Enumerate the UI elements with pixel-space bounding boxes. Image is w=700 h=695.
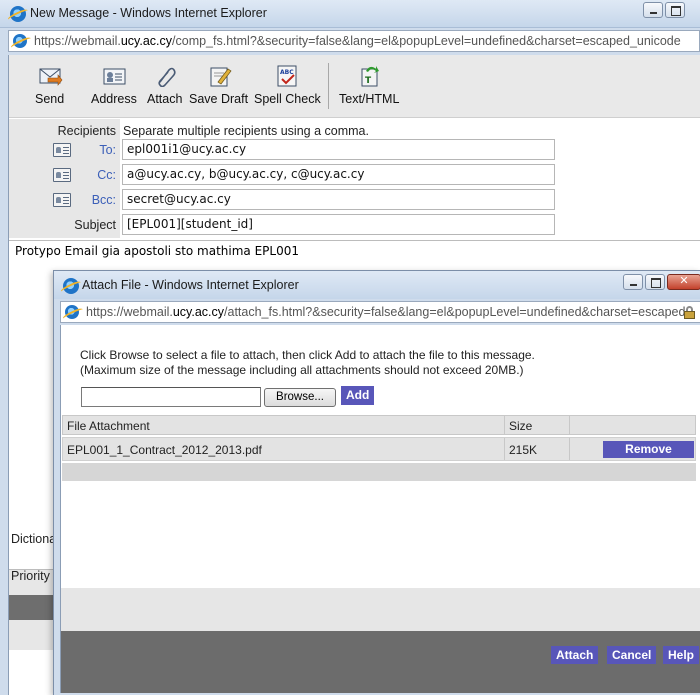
save-draft-label: Save Draft [189,92,249,106]
to-field[interactable]: epl001i1@ucy.ac.cy [122,139,555,160]
popup-window-controls [623,274,700,290]
internet-explorer-icon [10,6,26,22]
subject-field[interactable]: [EPL001][student_id] [122,214,555,235]
cc-label[interactable]: Cc: [97,168,116,182]
attachment-filename: EPL001_1_Contract_2012_2013.pdf [67,443,262,457]
page-icon [65,305,79,319]
main-address-bar[interactable]: https://webmail.ucy.ac.cy/comp_fs.html?&… [8,30,700,52]
table-row: EPL001_1_Contract_2012_2013.pdf 215K Rem… [62,437,696,461]
subject-row: Subject [EPL001][student_id] [9,213,700,238]
attach-file-page: Click Browse to select a file to attach,… [60,325,700,693]
message-body-text: Protypo Email gia apostoli sto mathima E… [15,244,300,258]
main-window-controls [643,2,685,18]
internet-explorer-icon [63,278,79,294]
save-draft-button[interactable]: Save Draft [189,65,248,106]
compose-toolbar: Send Address Attach Save Draft ABC Spell… [9,55,700,118]
address-book-icon [101,65,127,87]
cc-label-cell[interactable]: Cc: [9,163,120,188]
text-html-icon: T [356,65,382,87]
spell-check-button[interactable]: ABC Spell Check [254,65,321,106]
attach-button[interactable]: Attach [147,65,182,106]
svg-text:T: T [365,76,372,86]
bcc-address-book-icon[interactable] [53,193,71,207]
attachment-size: 215K [509,443,538,457]
svg-text:ABC: ABC [280,69,294,76]
text-html-button[interactable]: T Text/HTML [339,65,399,106]
attach-file-window: Attach File - Windows Internet Explorer … [53,270,700,695]
table-empty-row [62,463,696,481]
page-icon [13,34,27,48]
main-window-title: New Message - Windows Internet Explorer [30,6,267,20]
maximize-button[interactable] [665,2,685,18]
to-label[interactable]: To: [99,143,116,157]
cancel-button[interactable]: Cancel [607,646,657,664]
subject-label: Subject [9,213,120,238]
main-window-titlebar: New Message - Windows Internet Explorer [0,0,700,28]
popup-minimize-button[interactable] [623,274,643,290]
help-button[interactable]: Help [663,646,700,664]
address-label: Address [91,92,137,106]
to-row: To: epl001i1@ucy.ac.cy [9,138,700,163]
priority-label: Priority [11,569,50,583]
lock-icon[interactable] [682,305,696,319]
dictionary-label: Dictiona [11,532,57,546]
recipients-hint: Separate multiple recipients using a com… [123,124,369,138]
bcc-field[interactable]: secret@ucy.ac.cy [122,189,555,210]
text-html-label: Text/HTML [339,92,400,106]
cc-field[interactable]: a@ucy.ac.cy, b@ucy.ac.cy, c@ucy.ac.cy [122,164,555,185]
bcc-label-cell[interactable]: Bcc: [9,188,120,213]
popup-close-button[interactable] [667,274,700,290]
file-path-input[interactable] [81,387,261,407]
toolbar-separator [328,63,329,109]
popup-spacer-band [61,588,700,631]
instruction-line-1: Click Browse to select a file to attach,… [80,348,535,362]
to-address-book-icon[interactable] [53,143,71,157]
cc-row: Cc: a@ucy.ac.cy, b@ucy.ac.cy, c@ucy.ac.c… [9,163,700,188]
send-button[interactable]: Send [35,65,64,106]
attach-button[interactable]: Attach [551,646,599,664]
cc-address-book-icon[interactable] [53,168,71,182]
column-header-size: Size [509,419,533,433]
column-divider [569,416,570,434]
column-header-file: File Attachment [67,419,150,433]
column-divider [504,416,505,434]
minimize-button[interactable] [643,2,663,18]
paperclip-icon [152,65,178,88]
column-divider [569,438,570,460]
spell-check-icon: ABC [274,65,300,87]
send-icon [37,65,63,87]
column-divider [504,438,505,460]
main-url[interactable]: https://webmail.ucy.ac.cy/comp_fs.html?&… [34,34,681,48]
bcc-row: Bcc: secret@ucy.ac.cy [9,188,700,213]
add-button[interactable]: Add [341,386,375,405]
browse-button[interactable]: Browse... [264,388,336,407]
attach-label: Attach [147,92,183,106]
to-label-cell[interactable]: To: [9,138,120,163]
send-label: Send [35,92,65,106]
attachments-table-header: File Attachment Size [62,415,696,435]
bcc-label[interactable]: Bcc: [92,193,116,207]
remove-attachment-button[interactable]: Remove [603,441,694,458]
popup-address-bar[interactable]: https://webmail.ucy.ac.cy/attach_fs.html… [60,301,700,323]
instruction-line-2: (Maximum size of the message including a… [80,363,524,377]
popup-maximize-button[interactable] [645,274,665,290]
save-draft-icon [206,65,232,87]
spell-check-label: Spell Check [254,92,321,106]
attach-instructions: Click Browse to select a file to attach,… [80,348,535,378]
popup-titlebar: Attach File - Windows Internet Explorer [54,271,700,299]
popup-footer-band [61,631,700,693]
popup-url[interactable]: https://webmail.ucy.ac.cy/attach_fs.html… [86,305,685,319]
popup-title: Attach File - Windows Internet Explorer [82,278,299,292]
address-button[interactable]: Address [91,65,137,106]
